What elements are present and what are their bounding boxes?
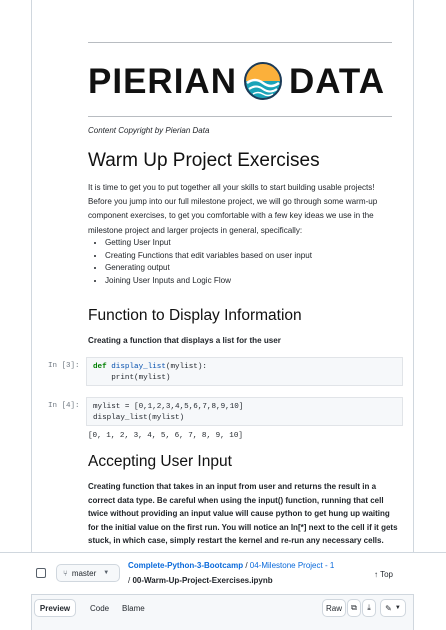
code-line: mylist = [0,1,2,3,4,5,6,7,8,9,10] [93, 403, 244, 411]
edit-dropdown-button[interactable]: ✎ ▼ [380, 599, 406, 617]
raw-button[interactable]: Raw [322, 599, 346, 617]
breadcrumb-folder-link[interactable]: 04-Milestone Project - 1 [250, 561, 334, 570]
logo-word-right: DATA [288, 61, 385, 101]
tab-preview[interactable]: Preview [34, 599, 76, 617]
warmup-heading: Warm Up Project Exercises [88, 150, 320, 171]
code-cell-4[interactable]: mylist = [0,1,2,3,4,5,6,7,8,9,10] displa… [86, 397, 403, 426]
list-item: Creating Functions that edit variables b… [105, 250, 405, 263]
accepting-input-heading: Accepting User Input [88, 453, 232, 470]
function-subtitle: Creating a function that displays a list… [88, 336, 281, 345]
code-keyword: def [93, 363, 107, 371]
page-border-right [413, 0, 414, 552]
code-line: print(mylist) [93, 373, 171, 382]
cell-output-4: [0, 1, 2, 3, 4, 5, 6, 7, 8, 9, 10] [88, 432, 243, 440]
pierian-data-logo: PIERIAN DATA [88, 58, 408, 104]
page-border-left [31, 0, 32, 552]
code-function-name: display_list [111, 363, 166, 371]
code-line: display_list(mylist) [93, 413, 185, 422]
breadcrumb-file-name: 00-Warm-Up-Project-Exercises.ipynb [132, 576, 273, 585]
branch-selector-button[interactable]: ⑂ master ▼ [56, 564, 120, 582]
tab-code[interactable]: Code [90, 604, 109, 613]
cell-prompt-3: In [3]: [48, 362, 80, 370]
branch-name: master [71, 568, 97, 578]
list-item: Joining User Inputs and Logic Flow [105, 275, 405, 288]
warmup-paragraph: It is time to get you to put together al… [88, 183, 378, 235]
tab-blame[interactable]: Blame [122, 604, 145, 613]
chevron-down-icon: ▼ [394, 605, 401, 611]
chevron-down-icon: ▼ [103, 570, 110, 576]
divider-top [88, 42, 392, 43]
list-item: Getting User Input [105, 237, 405, 250]
copyright-text: Content Copyright by Pierian Data [88, 126, 210, 135]
breadcrumb-file: / 00-Warm-Up-Project-Exercises.ipynb [128, 576, 273, 585]
sidepanel-toggle-icon[interactable] [36, 568, 46, 578]
code-cell-3[interactable]: def display_list(mylist): print(mylist) [86, 357, 403, 386]
top-label: Top [380, 570, 393, 579]
breadcrumb: Complete-Python-3-Bootcamp / 04-Mileston… [128, 561, 334, 570]
arrow-up-icon: ↑ [374, 570, 378, 579]
accepting-input-paragraph: Creating function that takes in an input… [88, 482, 398, 546]
copy-icon[interactable]: ⧉ [347, 599, 361, 617]
git-branch-icon: ⑂ [63, 568, 68, 578]
logo-word-left: PIERIAN [88, 61, 237, 101]
list-item: Generating output [105, 262, 405, 275]
divider-bottom [88, 116, 392, 117]
cell-prompt-4: In [4]: [48, 402, 80, 410]
logo-wave-icon [243, 62, 282, 100]
breadcrumb-separator: / [243, 561, 250, 570]
back-to-top-button[interactable]: ↑ Top [374, 570, 393, 579]
pencil-icon: ✎ [385, 603, 392, 613]
code-text: (mylist): [165, 363, 207, 371]
warmup-bullet-list: Getting User Input Creating Functions th… [88, 237, 405, 287]
download-icon[interactable]: ⤓ [362, 599, 376, 617]
breadcrumb-repo-link[interactable]: Complete-Python-3-Bootcamp [128, 561, 243, 570]
function-heading: Function to Display Information [88, 307, 302, 324]
